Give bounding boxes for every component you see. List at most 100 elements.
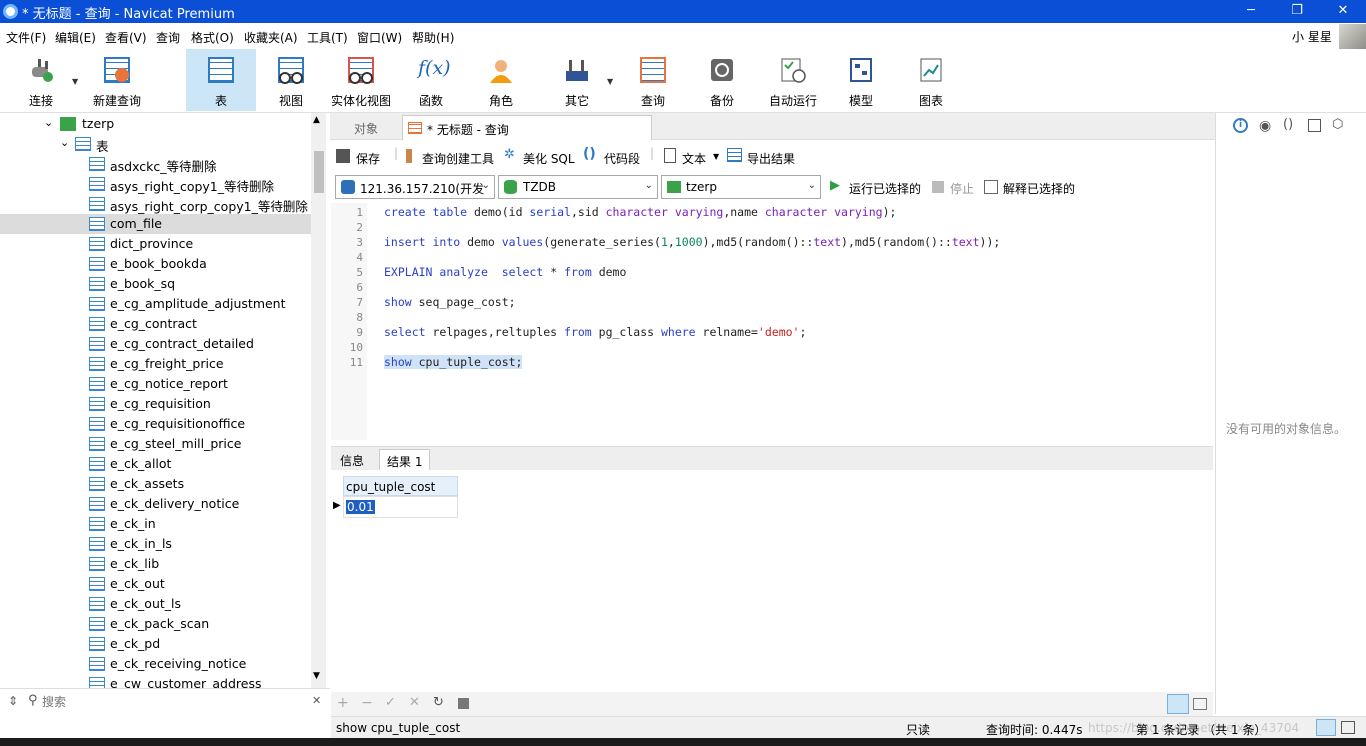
- materialized-view-button[interactable]: 实体化视图: [330, 49, 392, 111]
- tree-table-item[interactable]: dict_province: [0, 234, 311, 254]
- layout-icon[interactable]: [1308, 119, 1321, 132]
- refresh-icon[interactable]: ↻: [433, 695, 444, 710]
- tree-table-item[interactable]: e_book_bookda: [0, 254, 311, 274]
- automation-button[interactable]: 自动运行: [762, 49, 824, 111]
- menu-file[interactable]: 文件(F): [6, 29, 46, 46]
- connect-button[interactable]: 连接: [14, 49, 68, 111]
- chart-button[interactable]: 图表: [904, 49, 958, 111]
- scroll-thumb[interactable]: [314, 151, 324, 193]
- chevron-down-icon[interactable]: ⌄: [60, 136, 69, 149]
- tree-table-item[interactable]: e_ck_lib: [0, 554, 311, 574]
- code-line[interactable]: show seq_page_cost;: [384, 295, 516, 309]
- add-record-icon[interactable]: +: [337, 695, 349, 711]
- run-selected-button[interactable]: 运行已选择的: [849, 180, 921, 197]
- stop-icon[interactable]: [458, 698, 469, 709]
- connection-select[interactable]: 121.36.157.210(开发 ⌄: [335, 175, 495, 199]
- code-line[interactable]: show cpu_tuple_cost;: [384, 355, 523, 369]
- panel-split-icon[interactable]: [1341, 721, 1355, 734]
- tree-scrollbar[interactable]: ▲ ▼: [311, 113, 326, 688]
- form-view-icon[interactable]: [1193, 698, 1207, 710]
- menu-view[interactable]: 查看(V): [105, 29, 147, 46]
- menu-query[interactable]: 查询: [156, 29, 180, 46]
- tree-table-item[interactable]: asys_right_corp_copy1_等待删除: [0, 194, 311, 214]
- tree-table-item[interactable]: asdxckc_等待删除: [0, 154, 311, 174]
- delete-record-icon[interactable]: −: [361, 695, 373, 711]
- table-button[interactable]: 表: [186, 49, 256, 111]
- panel-toggle-icon[interactable]: [1316, 719, 1336, 736]
- role-button[interactable]: 角色: [474, 49, 528, 111]
- other-button[interactable]: 其它: [550, 49, 604, 111]
- discard-icon[interactable]: ✕: [409, 695, 420, 710]
- clear-search-icon[interactable]: ✕: [312, 694, 321, 707]
- tree-table-item[interactable]: e_cg_notice_report: [0, 374, 311, 394]
- tab-objects[interactable]: 对象: [330, 115, 402, 140]
- query-button[interactable]: 查询: [626, 49, 680, 111]
- query-builder-button[interactable]: 查询创建工具: [422, 150, 494, 167]
- search-input[interactable]: [42, 692, 302, 711]
- column-header[interactable]: cpu_tuple_cost: [343, 476, 458, 496]
- scroll-up-icon[interactable]: ▲: [313, 115, 320, 125]
- minimize-button[interactable]: ─: [1228, 0, 1274, 23]
- model-button[interactable]: 模型: [834, 49, 888, 111]
- chevron-down-icon[interactable]: ⌄: [44, 116, 53, 129]
- tree-table-item[interactable]: e_ck_assets: [0, 474, 311, 494]
- tree-table-item[interactable]: e_ck_delivery_notice: [0, 494, 311, 514]
- explain-selected-button[interactable]: 解释已选择的: [1003, 180, 1075, 197]
- schema-select[interactable]: tzerp ⌄: [661, 175, 821, 199]
- tree-table-item[interactable]: com_file: [0, 214, 311, 234]
- code-line[interactable]: select relpages,reltuples from pg_class …: [384, 325, 806, 339]
- tree-table-item[interactable]: e_ck_in_ls: [0, 534, 311, 554]
- beautify-sql-button[interactable]: 美化 SQL: [523, 150, 575, 167]
- code-line[interactable]: create table demo(id serial,sid characte…: [384, 205, 896, 219]
- tree-table-item[interactable]: e_ck_out: [0, 574, 311, 594]
- stop-button[interactable]: 停止: [950, 180, 974, 197]
- tree-table-item[interactable]: e_cg_steel_mill_price: [0, 434, 311, 454]
- close-button[interactable]: ✕: [1320, 0, 1366, 23]
- tree-table-item[interactable]: e_cg_requisitionoffice: [0, 414, 311, 434]
- grid-view-icon[interactable]: [1167, 694, 1189, 714]
- eye-icon[interactable]: ◉: [1259, 118, 1271, 134]
- code-line[interactable]: EXPLAIN analyze select * from demo: [384, 265, 626, 279]
- menu-format[interactable]: 格式(O): [191, 29, 234, 46]
- text-dropdown-icon[interactable]: ▼: [713, 152, 719, 161]
- tree-db-node[interactable]: ⌄ tzerp: [0, 114, 311, 134]
- tab-info[interactable]: 信息: [333, 449, 371, 471]
- ddl-icon[interactable]: (): [1283, 117, 1293, 132]
- tree-tables-folder[interactable]: ⌄ 表: [0, 134, 311, 154]
- apply-icon[interactable]: ✓: [385, 695, 396, 710]
- snippet-button[interactable]: 代码段: [604, 150, 640, 167]
- tree-table-item[interactable]: e_ck_pack_scan: [0, 614, 311, 634]
- function-button[interactable]: f(x) 函数: [404, 49, 458, 111]
- code-line[interactable]: insert into demo values(generate_series(…: [384, 235, 1000, 249]
- backup-button[interactable]: 备份: [695, 49, 749, 111]
- result-cell[interactable]: 0.01: [346, 500, 375, 514]
- user-name[interactable]: 小 星星: [1292, 28, 1332, 45]
- tree-table-item[interactable]: e_cg_freight_price: [0, 354, 311, 374]
- tree-table-item[interactable]: e_cg_amplitude_adjustment: [0, 294, 311, 314]
- tree-table-item[interactable]: e_ck_pd: [0, 634, 311, 654]
- tree-table-item[interactable]: e_cg_contract_detailed: [0, 334, 311, 354]
- settings-icon[interactable]: ⬡: [1332, 117, 1343, 132]
- tab-result-1[interactable]: 结果 1: [379, 449, 431, 471]
- tree-table-item[interactable]: e_ck_out_ls: [0, 594, 311, 614]
- export-result-button[interactable]: 导出结果: [747, 150, 795, 167]
- other-dropdown-icon[interactable]: ▼: [607, 77, 613, 86]
- tab-query[interactable]: * 无标题 - 查询: [402, 115, 652, 140]
- menu-window[interactable]: 窗口(W): [357, 29, 402, 46]
- scroll-down-icon[interactable]: ▼: [313, 671, 320, 681]
- view-button[interactable]: 视图: [262, 49, 320, 111]
- tree-table-item[interactable]: asys_right_copy1_等待删除: [0, 174, 311, 194]
- tree-table-item[interactable]: e_cg_requisition: [0, 394, 311, 414]
- save-button[interactable]: 保存: [356, 150, 380, 167]
- new-query-button[interactable]: 新建查询: [88, 49, 146, 111]
- connect-dropdown-icon[interactable]: ▼: [72, 77, 78, 86]
- tree-table-item[interactable]: e_cg_contract: [0, 314, 311, 334]
- maximize-button[interactable]: ❐: [1274, 0, 1320, 23]
- tree-table-item[interactable]: e_cw_customer_address: [0, 674, 311, 688]
- menu-edit[interactable]: 编辑(E): [55, 29, 96, 46]
- table-row[interactable]: 0.01: [343, 496, 458, 518]
- database-select[interactable]: TZDB ⌄: [498, 175, 658, 199]
- text-mode-button[interactable]: 文本: [682, 150, 706, 167]
- avatar[interactable]: [1339, 24, 1366, 50]
- menu-favorites[interactable]: 收藏夹(A): [244, 29, 298, 46]
